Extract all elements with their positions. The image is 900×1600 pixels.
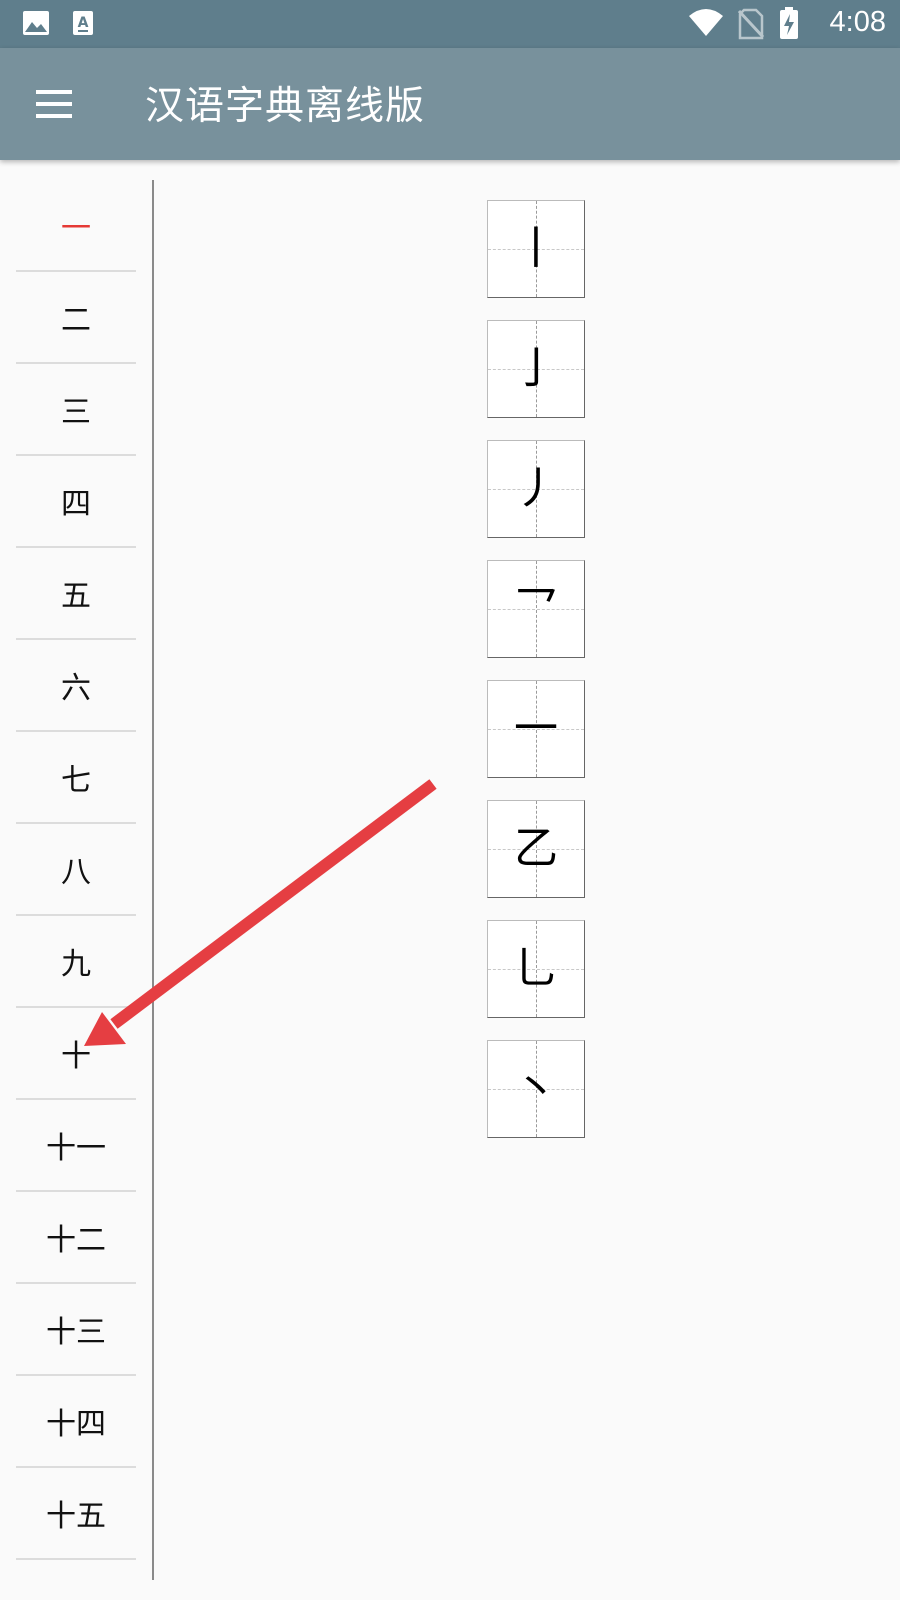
- sidebar-item-6[interactable]: 六: [16, 640, 136, 732]
- stroke-cell[interactable]: 丿: [487, 440, 585, 538]
- sidebar-item-1[interactable]: 一: [16, 180, 136, 272]
- no-sim-icon: [738, 8, 764, 40]
- image-icon: [23, 11, 49, 35]
- stroke-glyph: 乚: [514, 943, 558, 994]
- battery-charging-icon: [780, 7, 798, 39]
- hamburger-menu-icon[interactable]: [34, 84, 74, 124]
- stroke-list: 丨 亅 丿 乛 一 乙 乚 丶: [487, 200, 587, 1160]
- sidebar-item-14[interactable]: 十四: [16, 1376, 136, 1468]
- stroke-glyph: 亅: [514, 343, 558, 394]
- status-bar: A 4:08: [0, 0, 900, 48]
- sidebar-item-2[interactable]: 二: [16, 272, 136, 364]
- sidebar-item-11[interactable]: 十一: [16, 1100, 136, 1192]
- svg-text:A: A: [78, 15, 89, 31]
- app-toolbar: 汉语字典离线版: [0, 48, 900, 160]
- stroke-glyph: 一: [514, 703, 558, 754]
- sidebar-item-4[interactable]: 四: [16, 456, 136, 548]
- sidebar-item-15[interactable]: 十五: [16, 1468, 136, 1560]
- sidebar-item-13[interactable]: 十三: [16, 1284, 136, 1376]
- app-title: 汉语字典离线版: [145, 84, 426, 129]
- sidebar-item-12[interactable]: 十二: [16, 1192, 136, 1284]
- stroke-glyph: 丿: [514, 463, 558, 514]
- sidebar-item-8[interactable]: 八: [16, 824, 136, 916]
- stroke-cell[interactable]: 乚: [487, 920, 585, 1018]
- stroke-glyph: 乙: [514, 823, 558, 874]
- sidebar-item-3[interactable]: 三: [16, 364, 136, 456]
- stroke-cell[interactable]: 丶: [487, 1040, 585, 1138]
- sidebar-divider: [152, 180, 154, 1580]
- stroke-cell[interactable]: 亅: [487, 320, 585, 418]
- sidebar-item-5[interactable]: 五: [16, 548, 136, 640]
- wifi-icon: [689, 9, 723, 36]
- stroke-count-sidebar: 一 二 三 四 五 六 七 八 九 十 十一 十二 十三 十四 十五: [16, 180, 136, 1560]
- stroke-glyph: 丨: [514, 223, 558, 274]
- sidebar-item-10[interactable]: 十: [16, 1008, 136, 1100]
- stroke-cell[interactable]: 一: [487, 680, 585, 778]
- stroke-cell[interactable]: 丨: [487, 200, 585, 298]
- status-time: 4:08: [829, 6, 886, 38]
- stroke-glyph: 乛: [514, 583, 558, 634]
- stroke-cell[interactable]: 乙: [487, 800, 585, 898]
- sidebar-item-9[interactable]: 九: [16, 916, 136, 1008]
- sidebar-item-7[interactable]: 七: [16, 732, 136, 824]
- font-download-icon: A: [73, 11, 93, 35]
- stroke-cell[interactable]: 乛: [487, 560, 585, 658]
- stroke-glyph: 丶: [514, 1063, 558, 1114]
